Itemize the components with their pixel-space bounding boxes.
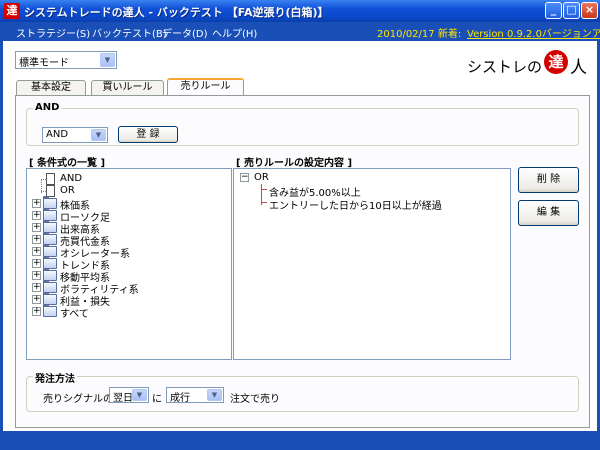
mode-select-value: 標準モード (19, 58, 69, 69)
tree-folder[interactable]: + トレンド系 (32, 256, 222, 272)
expand-icon[interactable]: + (32, 199, 41, 208)
chevron-down-icon[interactable]: ▼ (207, 389, 222, 401)
tree-folder[interactable]: + ローソク足 (32, 208, 222, 224)
order-particle-text: に (152, 394, 162, 405)
rule-tree[interactable]: − OR 含み益が5.00%以上 エントリーした日から10日以上が経過 (233, 168, 511, 360)
order-method-label: 発注方法 (33, 370, 77, 385)
tree-folder[interactable]: + 出来高系 (32, 220, 222, 236)
expand-icon[interactable]: + (32, 259, 41, 268)
logic-select[interactable]: AND ▼ (42, 127, 108, 143)
order-timing-value: 翌日 (113, 393, 133, 404)
maximize-button[interactable]: □ (563, 2, 580, 19)
minimize-button[interactable]: _ (545, 2, 562, 19)
rule-settings-heading: [ 売りルールの設定内容 ] (236, 158, 353, 169)
condition-tree[interactable]: AND OR + 株価系 + ローソク足 + 出来高系 + 売買代金系 + オシ… (26, 168, 232, 360)
title-bar: 達 システムトレードの達人 - バックテスト 【FA逆張り(白箱)】 _ □ × (0, 0, 600, 22)
expand-icon[interactable]: + (32, 283, 41, 292)
expand-icon[interactable]: + (32, 211, 41, 220)
logo-text: シストレの (467, 58, 543, 76)
sell-rules-panel: AND AND ▼ 登 録 [ 条件式の一覧 ] AND OR + 株価系 + … (15, 95, 590, 428)
order-method-group: 発注方法 売りシグナルの 翌日 ▼ に 成行 ▼ 注文で売り (26, 370, 579, 412)
order-timing-select[interactable]: 翌日 ▼ (109, 387, 149, 404)
tree-folder[interactable]: + すべて (32, 304, 222, 320)
order-prefix-text: 売りシグナルの (43, 394, 113, 405)
delete-button[interactable]: 削 除 (518, 167, 579, 193)
tree-folder[interactable]: + ボラティリティ系 (32, 280, 222, 296)
expand-icon[interactable]: + (32, 235, 41, 244)
logo-suffix: 人 (570, 58, 587, 78)
tree-folder[interactable]: + 株価系 (32, 196, 222, 212)
expand-icon[interactable]: + (32, 247, 41, 256)
logo-badge: 達 (544, 50, 568, 74)
window-title: システムトレードの達人 - バックテスト 【FA逆張り(白箱)】 (24, 6, 329, 19)
document-icon (46, 173, 55, 185)
close-button[interactable]: × (581, 2, 598, 19)
logic-select-value: AND (46, 129, 69, 140)
client-area: 標準モード ▼ シストレの 達 人 基本設定 買いルール 売りルール AND A… (3, 41, 597, 431)
tree-folder[interactable]: + 利益・損失 (32, 292, 222, 308)
folder-icon (43, 304, 57, 317)
menu-help[interactable]: ヘルプ(H) (212, 25, 257, 40)
chevron-down-icon[interactable]: ▼ (100, 53, 115, 67)
mode-select[interactable]: 標準モード ▼ (15, 51, 117, 69)
condition-list-heading: [ 条件式の一覧 ] (29, 158, 106, 169)
order-type-value: 成行 (170, 393, 190, 404)
edit-button[interactable]: 編 集 (518, 200, 579, 226)
app-window: 達 システムトレードの達人 - バックテスト 【FA逆張り(白箱)】 _ □ ×… (0, 0, 600, 450)
logo: シストレの 達 人 (467, 49, 587, 79)
rule-condition[interactable]: エントリーした日から10日以上が経過 (269, 197, 442, 212)
expand-icon[interactable]: + (32, 271, 41, 280)
menu-data[interactable]: データ(D) (162, 25, 208, 40)
tab-buy-rules[interactable]: 買いルール (91, 80, 164, 96)
menu-strategy[interactable]: ストラテジー(S) (16, 25, 90, 40)
version-update-link[interactable]: Version 0.9.2.0バージョンアッ (467, 25, 600, 40)
tree-item-and[interactable]: AND (32, 173, 222, 185)
tree-folder-label: すべて (60, 309, 89, 320)
and-group: AND AND ▼ 登 録 (26, 102, 579, 146)
tree-connector (261, 189, 267, 190)
tree-folder[interactable]: + オシレーター系 (32, 244, 222, 260)
expand-icon[interactable]: + (32, 295, 41, 304)
tab-basic-settings[interactable]: 基本設定 (16, 80, 86, 96)
menu-bar: ストラテジー(S) バックテスト(B) データ(D) ヘルプ(H) 2010/0… (0, 22, 600, 41)
order-suffix-text: 注文で売り (230, 394, 280, 405)
rule-root-label[interactable]: OR (254, 172, 269, 184)
order-type-select[interactable]: 成行 ▼ (166, 387, 224, 404)
rule-condition[interactable]: 含み益が5.00%以上 (269, 184, 361, 199)
app-icon: 達 (4, 3, 20, 19)
tree-item-label: OR (60, 185, 75, 196)
tree-item-or[interactable]: OR (32, 185, 222, 197)
news-date: 2010/02/17 新着: (377, 29, 462, 40)
chevron-down-icon[interactable]: ▼ (91, 129, 106, 141)
expand-icon[interactable]: + (32, 223, 41, 232)
tree-folder[interactable]: + 売買代金系 (32, 232, 222, 248)
chevron-down-icon[interactable]: ▼ (132, 389, 147, 401)
tab-sell-rules[interactable]: 売りルール (167, 78, 244, 96)
expand-icon[interactable]: + (32, 307, 41, 316)
tree-item-label: AND (60, 173, 83, 184)
register-button[interactable]: 登 録 (118, 126, 178, 143)
menu-backtest[interactable]: バックテスト(B) (92, 25, 167, 40)
and-group-label: AND (33, 102, 62, 113)
status-bar (0, 431, 600, 450)
tree-connector (261, 202, 267, 203)
collapse-icon[interactable]: − (240, 173, 249, 182)
tree-folder[interactable]: + 移動平均系 (32, 268, 222, 284)
